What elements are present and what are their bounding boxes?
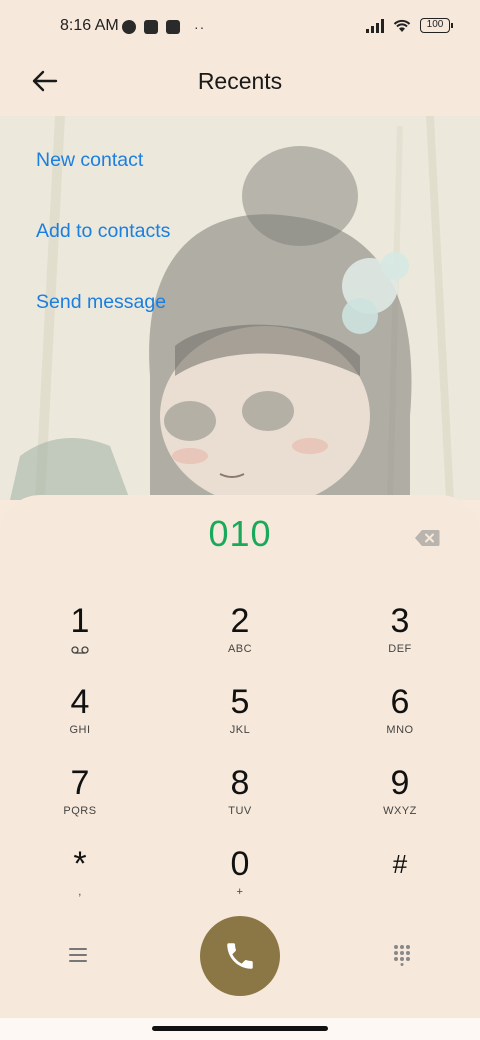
key-9[interactable]: 9 WXYZ — [340, 763, 460, 835]
key-5[interactable]: 5 JKL — [180, 682, 300, 754]
notification-icons: ·· — [122, 19, 205, 35]
key-1[interactable]: 1 — [20, 601, 140, 673]
app-icon — [122, 20, 136, 34]
dialpad-grid-icon[interactable] — [393, 944, 411, 966]
key-0[interactable]: 0 + — [180, 844, 300, 916]
phone-icon — [227, 943, 253, 969]
status-time: 8:16 AM — [60, 17, 119, 34]
menu-icon[interactable] — [68, 946, 88, 964]
square-icon — [144, 20, 158, 34]
dialed-number: 010 — [208, 513, 272, 554]
more-notifications-icon: ·· — [194, 19, 206, 35]
key-2[interactable]: 2 ABC — [180, 601, 300, 673]
key-4[interactable]: 4 GHI — [20, 682, 140, 754]
home-indicator[interactable] — [152, 1026, 328, 1031]
key-star[interactable]: * , — [20, 844, 140, 916]
action-list: New contact Add to contacts Send message — [36, 116, 170, 329]
send-message-link[interactable]: Send message — [36, 258, 170, 329]
key-6[interactable]: 6 MNO — [340, 682, 460, 754]
app-header: Recents — [0, 56, 480, 116]
backspace-icon[interactable] — [414, 529, 440, 547]
dialer-panel: 010 1 2 ABC 3 DEF 4 GHI 5 JKL 6 MNO 7 PQ… — [0, 495, 480, 1040]
signal-icon — [366, 18, 384, 33]
key-hash[interactable]: # — [340, 844, 460, 916]
new-contact-link[interactable]: New contact — [36, 116, 170, 187]
voicemail-icon — [71, 646, 89, 654]
key-8[interactable]: 8 TUV — [180, 763, 300, 835]
call-button[interactable] — [200, 916, 280, 996]
add-to-contacts-link[interactable]: Add to contacts — [36, 187, 170, 258]
system-icons: 100 — [366, 18, 453, 33]
dialer-actions — [0, 916, 480, 996]
status-bar: 8:16 AM ·· 100 — [0, 0, 480, 56]
key-7[interactable]: 7 PQRS — [20, 763, 140, 835]
wifi-icon — [393, 19, 411, 32]
upload-icon — [166, 20, 180, 34]
battery-icon: 100 — [420, 18, 453, 33]
page-title: Recents — [197, 68, 283, 94]
key-3[interactable]: 3 DEF — [340, 601, 460, 673]
